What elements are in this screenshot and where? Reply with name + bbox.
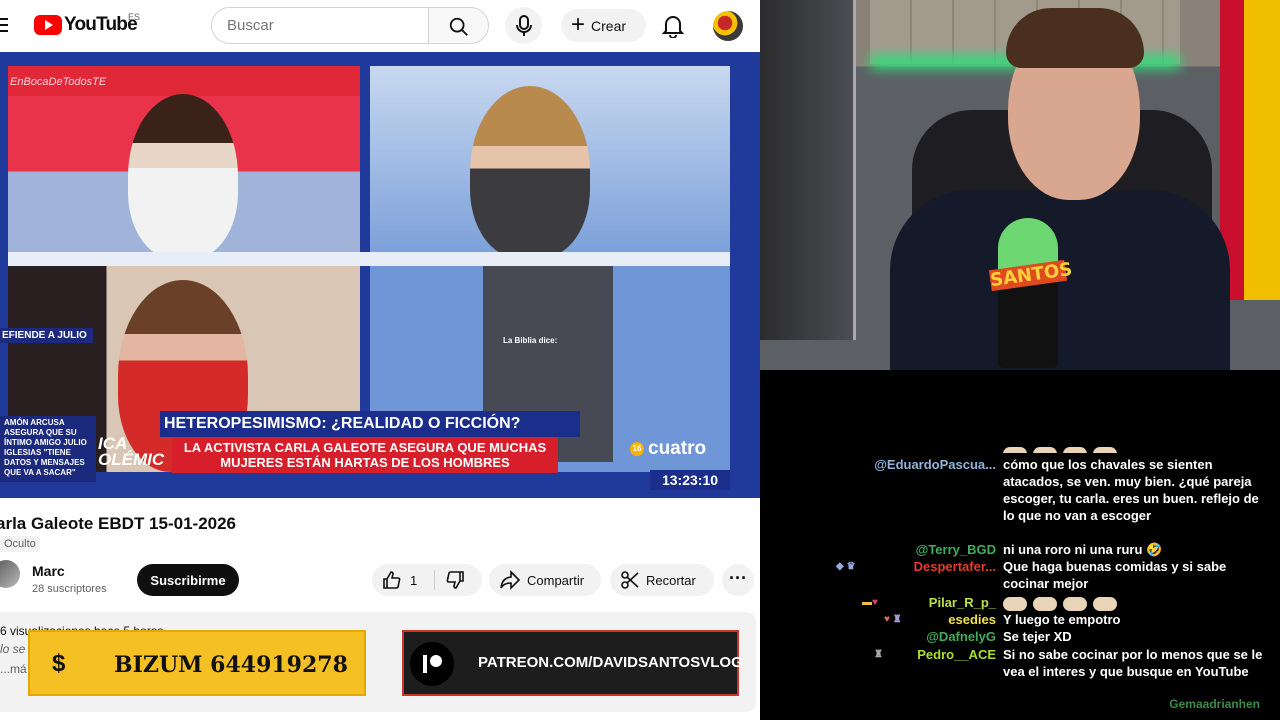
create-label: Crear	[591, 17, 627, 34]
subscribe-button[interactable]: Suscribirme	[137, 564, 239, 596]
bizum-text: BIZUM 644919278	[114, 652, 348, 678]
channel-logo: 16 cuatro	[630, 438, 706, 460]
dislike-button[interactable]	[435, 564, 482, 596]
chat-username: @EduardoPascua...	[874, 457, 996, 472]
defiende-label: EFIENDE A JULIO	[0, 328, 93, 343]
account-avatar[interactable]	[713, 11, 743, 41]
search-input[interactable]	[212, 8, 428, 43]
chat-text: Y luego te empotro	[1003, 612, 1121, 627]
studio-desk	[8, 252, 730, 266]
previous-emotes	[1003, 445, 1123, 453]
search-box	[211, 7, 489, 44]
video-frame: EnBocaDeTodosTE La Biblia dice: EFIENDE …	[0, 66, 730, 496]
chat-username: Pilar_R_p_	[928, 595, 996, 610]
chat-username: Pedro__ACE	[917, 647, 996, 662]
like-button[interactable]: 1	[372, 564, 434, 596]
notifications-bell-icon[interactable]	[662, 14, 684, 38]
clip-button[interactable]: Recortar	[610, 564, 714, 596]
chat-text	[1003, 594, 1263, 611]
youtube-watch-page: YouTube ES + Crear E	[0, 0, 760, 720]
search-icon	[449, 17, 468, 36]
streamer-hair	[1006, 8, 1144, 68]
search-button[interactable]	[428, 8, 488, 43]
video-studio-right	[370, 66, 730, 258]
dollar-icon: $	[52, 650, 66, 677]
video-title: arla Galeote EBDT 15-01-2026	[0, 514, 237, 533]
guest-figure	[470, 86, 590, 258]
youtube-play-icon	[34, 15, 62, 35]
patreon-banner: PATREON.COM/DAVIDSANTOSVLOG	[402, 630, 743, 696]
chat-username: Gemaadrianhen	[1169, 697, 1260, 711]
plus-icon: +	[571, 10, 586, 38]
chat-text: Se tejer XD	[1003, 629, 1072, 644]
channel-logo-text: cuatro	[648, 438, 707, 459]
video-studio-left: EnBocaDeTodosTE	[8, 66, 360, 258]
scissors-icon	[621, 571, 639, 589]
patreon-icon	[410, 642, 454, 686]
webcam-feed: SANTOS	[760, 0, 1280, 370]
clip-caption: La Biblia dice:	[503, 336, 558, 345]
patreon-text: PATREON.COM/DAVIDSANTOSVLOG	[478, 654, 743, 671]
spain-flag	[1220, 0, 1280, 300]
lower-third-subline: LA ACTIVISTA CARLA GALEOTE ASEGURA QUE M…	[172, 437, 558, 473]
emote-icon	[1093, 596, 1117, 611]
age-rating-badge: 16	[630, 441, 644, 456]
visibility-badge: Oculto	[0, 536, 40, 552]
chat-badges: ◆ ♛	[836, 561, 856, 572]
share-label: Compartir	[527, 572, 585, 588]
thumbs-up-icon	[383, 571, 401, 589]
logo-country-code: ES	[128, 12, 141, 22]
side-word: ICA OLÉMIC	[98, 434, 165, 469]
emote-icon	[1033, 596, 1057, 611]
chat-username: @DafnelyG	[926, 629, 996, 644]
show-more-link[interactable]: ...má	[0, 662, 27, 676]
chat-username: Despertafer...	[913, 559, 996, 574]
chat-username: @Terry_BGD	[915, 542, 996, 557]
chat-text: Que haga buenas comidas y si sabe cocina…	[1003, 559, 1227, 591]
masthead: YouTube ES + Crear	[0, 0, 760, 52]
like-count: 1	[410, 572, 418, 588]
channel-name[interactable]: Marc	[32, 563, 65, 579]
share-button[interactable]: Compartir	[489, 564, 601, 596]
share-icon	[500, 570, 521, 590]
broadcast-clock: 13:23:10	[650, 470, 730, 490]
description-text: lo se	[0, 642, 26, 656]
stream-layout: YouTube ES + Crear E	[0, 0, 1280, 720]
channel-avatar[interactable]	[0, 560, 20, 588]
like-dislike-group: 1	[372, 564, 482, 596]
chat-badges: ▬♥	[862, 597, 878, 608]
channel-watermark: EnBocaDeTodosTE	[10, 76, 107, 88]
chat-badges: ♜	[874, 649, 883, 660]
chat-text: cómo que los chavales se sienten atacado…	[1003, 457, 1259, 523]
youtube-logo[interactable]: YouTube	[34, 14, 138, 36]
chat-text: Si no sabe cocinar por lo menos que se l…	[1003, 647, 1263, 679]
chat-text: ni una roro ni una ruru 🤣	[1003, 542, 1163, 557]
more-actions-button[interactable]: ···	[722, 564, 754, 596]
bizum-donation-banner: $ BIZUM 644919278	[28, 630, 366, 696]
voice-search-button[interactable]	[505, 7, 542, 44]
lower-third-headline: HETEROPESIMISMO: ¿REALIDAD O FICCIÓN?	[160, 411, 580, 437]
create-button[interactable]: + Crear	[561, 9, 646, 42]
presenter-figure	[128, 94, 238, 258]
display-cabinet	[760, 0, 856, 340]
video-player[interactable]: EnBocaDeTodosTE La Biblia dice: EFIENDE …	[0, 52, 760, 498]
side-caption: AMÓN ARCUSA ASEGURA QUE SU ÍNTIMO AMIGO …	[0, 416, 96, 482]
subscriber-count: 28 suscriptores	[32, 583, 107, 595]
thumbs-down-icon	[446, 571, 464, 589]
chat-badges: ♥ ♜	[884, 614, 902, 625]
side-word-text: ICA OLÉMIC	[98, 434, 165, 469]
clip-label: Recortar	[646, 572, 696, 588]
logo-text: YouTube	[64, 14, 138, 35]
microphone-icon	[516, 15, 532, 36]
emote-icon	[1063, 596, 1087, 611]
chat-username: esedies	[948, 612, 996, 627]
emote-icon	[1003, 596, 1027, 611]
live-chat: @EduardoPascua... cómo que los chavales …	[760, 370, 1280, 720]
hamburger-menu-icon[interactable]	[0, 18, 8, 32]
